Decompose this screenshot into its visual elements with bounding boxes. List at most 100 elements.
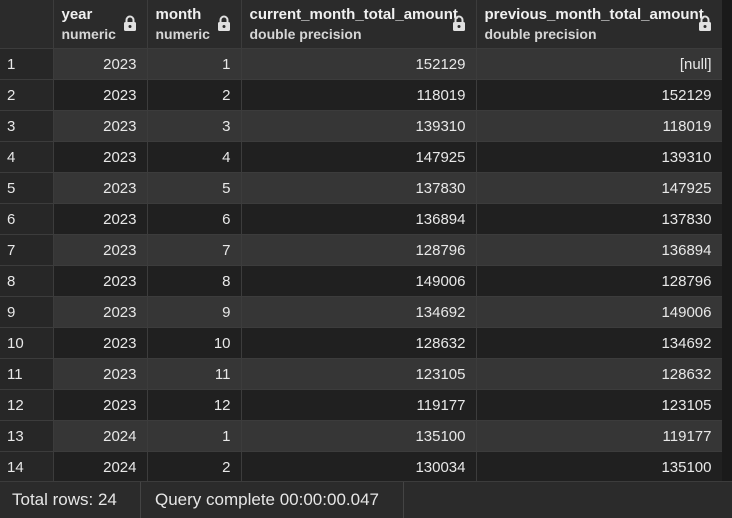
table-cell[interactable]: 9 <box>147 296 242 328</box>
row-number-cell[interactable]: 3 <box>0 110 54 142</box>
table-cell[interactable]: 149006 <box>476 296 723 328</box>
table-cell[interactable]: 136894 <box>241 203 477 235</box>
table-cell[interactable]: 139310 <box>476 141 723 173</box>
table-cell[interactable]: 5 <box>147 172 242 204</box>
table-row[interactable]: 6 2023 6 136894 137830 <box>0 203 723 235</box>
table-cell[interactable]: 134692 <box>476 327 723 359</box>
table-cell[interactable]: 2 <box>147 451 242 481</box>
table-cell[interactable]: 128796 <box>476 265 723 297</box>
table-row[interactable]: 5 2023 5 137830 147925 <box>0 172 723 204</box>
table-cell[interactable]: 123105 <box>476 389 723 421</box>
table-cell[interactable]: 2023 <box>53 234 148 266</box>
table-cell[interactable]: 6 <box>147 203 242 235</box>
column-header-month[interactable]: month numeric <box>147 0 242 49</box>
status-bar: Total rows: 24 Query complete 00:00:00.0… <box>0 481 732 518</box>
table-cell[interactable]: 2023 <box>53 141 148 173</box>
table-cell[interactable]: 2023 <box>53 358 148 390</box>
table-cell[interactable]: 147925 <box>241 141 477 173</box>
row-number-cell[interactable]: 1 <box>0 48 54 80</box>
table-row[interactable]: 4 2023 4 147925 139310 <box>0 141 723 173</box>
table-cell[interactable]: 2023 <box>53 172 148 204</box>
table-cell[interactable]: 139310 <box>241 110 477 142</box>
table-row[interactable]: 2 2023 2 118019 152129 <box>0 79 723 111</box>
table-cell[interactable]: 2023 <box>53 296 148 328</box>
table-cell[interactable]: 2023 <box>53 110 148 142</box>
result-grid: year numeric month numeric current_month… <box>0 0 732 481</box>
row-number-cell[interactable]: 12 <box>0 389 54 421</box>
table-cell[interactable]: 8 <box>147 265 242 297</box>
column-name: previous_month_total_amount <box>484 6 704 23</box>
table-cell[interactable]: 3 <box>147 110 242 142</box>
row-number-header[interactable] <box>0 0 54 49</box>
table-row[interactable]: 8 2023 8 149006 128796 <box>0 265 723 297</box>
table-cell[interactable]: 135100 <box>241 420 477 452</box>
table-cell[interactable]: 1 <box>147 48 242 80</box>
table-cell[interactable]: 119177 <box>241 389 477 421</box>
table-cell[interactable]: 136894 <box>476 234 723 266</box>
table-cell[interactable]: 152129 <box>241 48 477 80</box>
table-cell[interactable]: 1 <box>147 420 242 452</box>
table-cell[interactable]: 2023 <box>53 203 148 235</box>
table-row[interactable]: 9 2023 9 134692 149006 <box>0 296 723 328</box>
row-number-cell[interactable]: 14 <box>0 451 54 481</box>
table-cell[interactable]: 149006 <box>241 265 477 297</box>
table-cell[interactable]: 10 <box>147 327 242 359</box>
row-number-cell[interactable]: 6 <box>0 203 54 235</box>
column-name: current_month_total_amount <box>249 6 458 23</box>
query-status-label: Query complete 00:00:00.047 <box>155 490 379 509</box>
row-number-cell[interactable]: 11 <box>0 358 54 390</box>
table-cell[interactable]: 134692 <box>241 296 477 328</box>
table-cell[interactable]: 119177 <box>476 420 723 452</box>
table-cell[interactable]: 4 <box>147 141 242 173</box>
table-cell[interactable]: [null] <box>476 48 723 80</box>
row-number-cell[interactable]: 10 <box>0 327 54 359</box>
row-number-cell[interactable]: 4 <box>0 141 54 173</box>
table-cell[interactable]: 130034 <box>241 451 477 481</box>
column-header-year[interactable]: year numeric <box>53 0 148 49</box>
vertical-scrollbar[interactable] <box>722 0 732 481</box>
column-header-previous-month-total-amount[interactable]: previous_month_total_amount double preci… <box>476 0 723 49</box>
lock-icon <box>217 15 230 31</box>
table-cell[interactable]: 128632 <box>476 358 723 390</box>
table-cell[interactable]: 2023 <box>53 48 148 80</box>
table-cell[interactable]: 118019 <box>476 110 723 142</box>
table-row[interactable]: 11 2023 11 123105 128632 <box>0 358 723 390</box>
column-header-current-month-total-amount[interactable]: current_month_total_amount double precis… <box>241 0 477 49</box>
table-row[interactable]: 14 2024 2 130034 135100 <box>0 451 723 481</box>
table-cell[interactable]: 135100 <box>476 451 723 481</box>
row-number-cell[interactable]: 7 <box>0 234 54 266</box>
column-type: numeric <box>155 26 210 42</box>
table-cell[interactable]: 2023 <box>53 327 148 359</box>
table-cell[interactable]: 2023 <box>53 265 148 297</box>
table-cell[interactable]: 118019 <box>241 79 477 111</box>
table-cell[interactable]: 12 <box>147 389 242 421</box>
table-row[interactable]: 10 2023 10 128632 134692 <box>0 327 723 359</box>
table-cell[interactable]: 152129 <box>476 79 723 111</box>
row-number-cell[interactable]: 9 <box>0 296 54 328</box>
column-name: month <box>155 6 202 23</box>
total-rows-label: Total rows: 24 <box>12 490 117 509</box>
row-number-cell[interactable]: 13 <box>0 420 54 452</box>
table-cell[interactable]: 2024 <box>53 420 148 452</box>
table-cell[interactable]: 147925 <box>476 172 723 204</box>
table-row[interactable]: 13 2024 1 135100 119177 <box>0 420 723 452</box>
table-row[interactable]: 3 2023 3 139310 118019 <box>0 110 723 142</box>
table-cell[interactable]: 7 <box>147 234 242 266</box>
table-cell[interactable]: 137830 <box>476 203 723 235</box>
column-type: double precision <box>249 26 362 42</box>
table-cell[interactable]: 2023 <box>53 389 148 421</box>
table-cell[interactable]: 137830 <box>241 172 477 204</box>
table-cell[interactable]: 2024 <box>53 451 148 481</box>
row-number-cell[interactable]: 5 <box>0 172 54 204</box>
table-cell[interactable]: 128796 <box>241 234 477 266</box>
table-cell[interactable]: 2 <box>147 79 242 111</box>
table-row[interactable]: 1 2023 1 152129 [null] <box>0 48 723 80</box>
table-row[interactable]: 7 2023 7 128796 136894 <box>0 234 723 266</box>
table-cell[interactable]: 128632 <box>241 327 477 359</box>
table-cell[interactable]: 11 <box>147 358 242 390</box>
row-number-cell[interactable]: 8 <box>0 265 54 297</box>
table-row[interactable]: 12 2023 12 119177 123105 <box>0 389 723 421</box>
table-cell[interactable]: 2023 <box>53 79 148 111</box>
table-cell[interactable]: 123105 <box>241 358 477 390</box>
row-number-cell[interactable]: 2 <box>0 79 54 111</box>
